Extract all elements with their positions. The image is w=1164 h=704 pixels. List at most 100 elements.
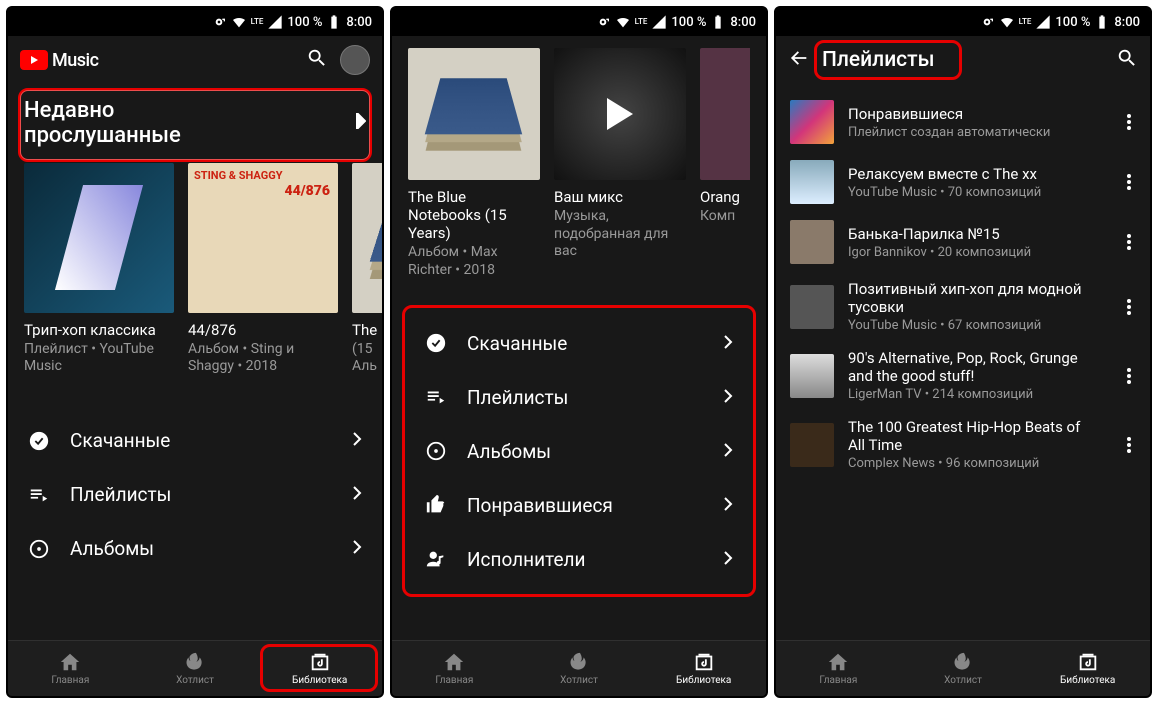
vpn-key-icon — [211, 14, 227, 30]
lib-item-downloads[interactable]: Скачанные — [8, 414, 382, 468]
playlist-title: Позитивный хип-хоп для модной тусовки — [848, 280, 1100, 316]
recent-card[interactable]: Ваш микс Музыка, подобранная для вас — [554, 48, 686, 279]
lib-item-albums[interactable]: Альбомы — [405, 424, 753, 478]
playlist-row[interactable]: 90's Alternative, Pop, Rock, Grunge and … — [776, 341, 1150, 410]
playlist-subtitle: YouTube Music • 70 композиций — [848, 185, 1100, 200]
playlist-row[interactable]: Банька-Парилка №15Igor Bannikov • 20 ком… — [776, 212, 1150, 272]
recent-card[interactable]: 44/876 Альбом • Sting и Shaggy • 2018 — [188, 163, 338, 376]
playlist-list[interactable]: ПонравившиесяПлейлист создан автоматичес… — [776, 84, 1150, 487]
card-title: Orang — [700, 188, 750, 206]
album-art — [24, 163, 174, 313]
playlist-thumb — [790, 354, 834, 398]
album-icon — [28, 538, 50, 560]
card-title: 44/876 — [188, 321, 338, 339]
wifi-icon — [999, 14, 1015, 30]
more-icon[interactable] — [1114, 234, 1144, 250]
more-icon[interactable] — [1114, 114, 1144, 130]
album-art — [352, 163, 382, 313]
album-art — [700, 48, 750, 180]
tab-home[interactable]: Главная — [392, 641, 517, 696]
youtube-music-logo[interactable]: Music — [20, 50, 99, 71]
network-type: LTE — [635, 18, 648, 26]
youtube-play-icon — [20, 50, 48, 70]
chevron-right-icon — [723, 334, 733, 353]
recent-card-list[interactable]: Трип-хоп классика Плейлист • YouTube Mus… — [8, 163, 382, 376]
wifi-icon — [231, 14, 247, 30]
vpn-key-icon — [979, 14, 995, 30]
search-icon[interactable] — [306, 47, 328, 73]
battery-icon — [1094, 14, 1110, 30]
playlist-subtitle: YouTube Music • 67 композиций — [848, 318, 1100, 333]
album-icon — [425, 440, 447, 462]
more-icon[interactable] — [1114, 437, 1144, 453]
recent-card[interactable]: The Blue Notebooks (15 Years) Альбом • M… — [408, 48, 540, 279]
playlist-subtitle: Igor Bannikov • 20 композиций — [848, 245, 1100, 260]
more-icon[interactable] — [1114, 299, 1144, 315]
lib-item-downloads[interactable]: Скачанные — [405, 316, 753, 370]
playlist-row[interactable]: Релаксуем вместе с The xx YouTube Music •… — [776, 152, 1150, 212]
network-type: LTE — [1019, 18, 1032, 26]
playlist-row[interactable]: The 100 Greatest Hip-Hop Beats of All Ti… — [776, 410, 1150, 479]
tab-hotlist[interactable]: Хотлист — [901, 641, 1026, 696]
recent-section-header[interactable]: Недавнопрослушанные — [8, 84, 382, 163]
lib-item-liked[interactable]: Понравившиеся — [405, 478, 753, 532]
recent-card-list[interactable]: The Blue Notebooks (15 Years) Альбом • M… — [392, 48, 766, 279]
more-icon[interactable] — [1114, 174, 1144, 190]
battery-percent: 100 % — [287, 15, 322, 30]
chevron-right-icon — [723, 388, 733, 407]
bottom-nav: Главная Хотлист Библиотека — [8, 640, 382, 696]
playlist-row[interactable]: Позитивный хип-хоп для модной тусовки You… — [776, 272, 1150, 341]
lib-item-artists[interactable]: Исполнители — [405, 532, 753, 586]
app-header: Плейлисты — [776, 36, 1150, 84]
app-header: Music — [8, 36, 382, 84]
download-check-icon — [425, 332, 447, 354]
back-icon[interactable] — [788, 47, 810, 73]
tab-hotlist[interactable]: Хотлист — [133, 641, 258, 696]
lib-item-playlists[interactable]: Плейлисты — [405, 370, 753, 424]
clock: 8:00 — [1114, 15, 1140, 30]
artist-icon — [425, 548, 447, 570]
app-name: Music — [52, 50, 99, 71]
playlist-row[interactable]: ПонравившиесяПлейлист создан автоматичес… — [776, 92, 1150, 152]
library-menu: Скачанные Плейлисты Альбомы Понравившиес… — [402, 305, 756, 597]
phone-screen-2: LTE 100 % 8:00 The Blue Notebooks (15 Ye… — [390, 6, 768, 698]
recent-card[interactable]: Orang Комп — [700, 48, 750, 279]
card-subtitle: Комп — [700, 208, 750, 226]
card-subtitle: Альбом • Sting и Shaggy • 2018 — [188, 341, 338, 376]
playlist-title: Понравившиеся — [848, 105, 1100, 123]
tab-library[interactable]: Библиотека — [257, 641, 382, 696]
battery-icon — [710, 14, 726, 30]
recent-card[interactable]: Трип-хоп классика Плейлист • YouTube Mus… — [24, 163, 174, 376]
tab-library[interactable]: Библиотека — [641, 641, 766, 696]
status-bar: LTE 100 % 8:00 — [8, 8, 382, 36]
avatar[interactable] — [340, 45, 370, 75]
tab-hotlist[interactable]: Хотлист — [517, 641, 642, 696]
status-bar: LTE 100 % 8:00 — [392, 8, 766, 36]
playlist-icon — [28, 484, 50, 506]
search-icon[interactable] — [1116, 47, 1138, 73]
bottom-nav: Главная Хотлист Библиотека — [392, 640, 766, 696]
lib-item-albums[interactable]: Альбомы — [8, 522, 382, 576]
card-subtitle: Плейлист • YouTube Music — [24, 341, 174, 376]
lib-item-playlists[interactable]: Плейлисты — [8, 468, 382, 522]
chevron-right-icon — [352, 431, 362, 450]
tab-home[interactable]: Главная — [776, 641, 901, 696]
card-title: The Blue Notebooks (15 Years) — [408, 188, 540, 242]
battery-percent: 100 % — [1055, 15, 1090, 30]
recent-title: Недавнопрослушанные — [24, 98, 181, 149]
playlist-title: Релаксуем вместе с The xx — [848, 165, 1100, 183]
chevron-right-icon — [352, 539, 362, 558]
chevron-right-icon — [723, 550, 733, 569]
playlist-thumb — [790, 100, 834, 144]
tab-home[interactable]: Главная — [8, 641, 133, 696]
recent-card[interactable]: The (15 Аль — [352, 163, 382, 376]
chevron-right-icon — [356, 113, 366, 133]
signal-icon — [1035, 14, 1051, 30]
album-art — [554, 48, 686, 180]
more-icon[interactable] — [1114, 368, 1144, 384]
card-subtitle: (15 Аль — [352, 341, 382, 376]
chevron-right-icon — [352, 485, 362, 504]
library-menu: Скачанные Плейлисты Альбомы — [8, 414, 382, 576]
signal-icon — [651, 14, 667, 30]
tab-library[interactable]: Библиотека — [1025, 641, 1150, 696]
